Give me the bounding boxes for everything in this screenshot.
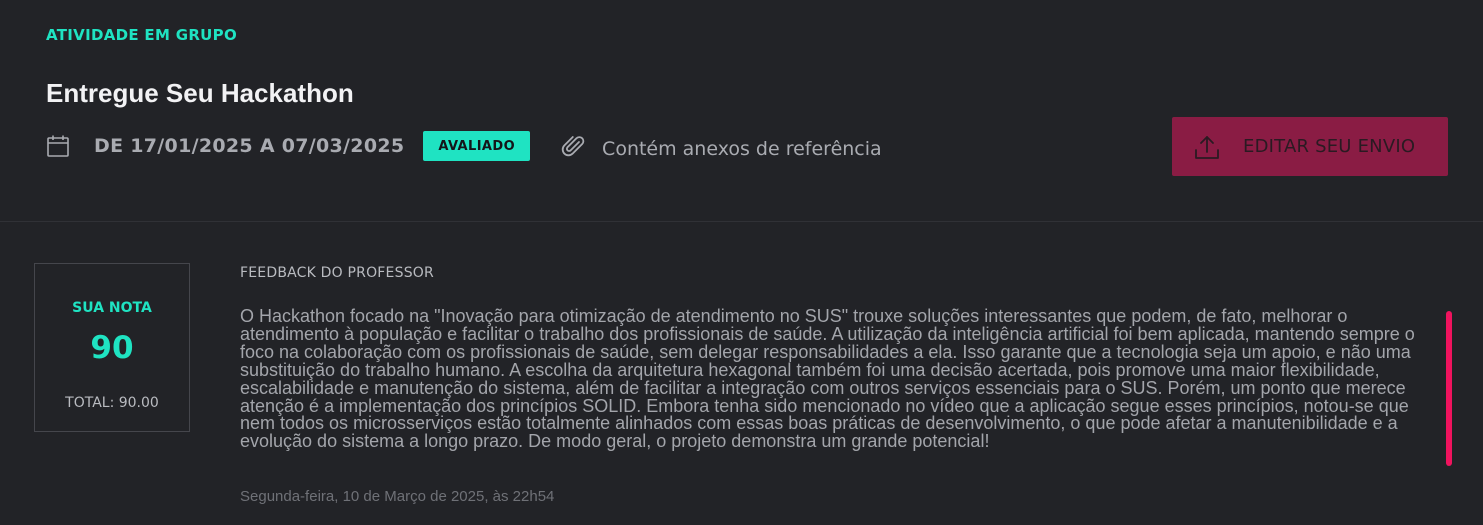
- grade-total: TOTAL: 90.00: [65, 395, 159, 411]
- feedback-title: FEEDBACK DO PROFESSOR: [240, 265, 434, 281]
- activity-page: ATIVIDADE EM GRUPO Entregue Seu Hackatho…: [0, 0, 1483, 525]
- grade-label: SUA NOTA: [72, 300, 152, 316]
- activity-type-label: ATIVIDADE EM GRUPO: [46, 26, 238, 44]
- edit-submission-button[interactable]: EDITAR SEU ENVIO: [1172, 117, 1448, 176]
- feedback-scrollbar[interactable]: [1446, 311, 1452, 466]
- date-range: DE 17/01/2025 A 07/03/2025: [94, 135, 405, 157]
- upload-icon: [1194, 134, 1220, 160]
- calendar-icon: [46, 134, 70, 158]
- grade-value: 90: [90, 330, 134, 366]
- attachments-link[interactable]: Contém anexos de referência: [602, 138, 882, 160]
- edit-submission-label: EDITAR SEU ENVIO: [1243, 136, 1416, 157]
- activity-header: ATIVIDADE EM GRUPO Entregue Seu Hackatho…: [0, 0, 1483, 222]
- feedback-timestamp: Segunda-feira, 10 de Março de 2025, às 2…: [240, 488, 555, 505]
- status-badge: AVALIADO: [423, 131, 531, 161]
- page-title: Entregue Seu Hackathon: [46, 78, 354, 108]
- feedback-text: O Hackathon focado na "Inovação para oti…: [240, 308, 1415, 452]
- grade-card: SUA NOTA 90 TOTAL: 90.00: [34, 263, 190, 432]
- paperclip-icon: [560, 133, 586, 159]
- activity-meta: DE 17/01/2025 A 07/03/2025 AVALIADO Cont…: [46, 130, 882, 162]
